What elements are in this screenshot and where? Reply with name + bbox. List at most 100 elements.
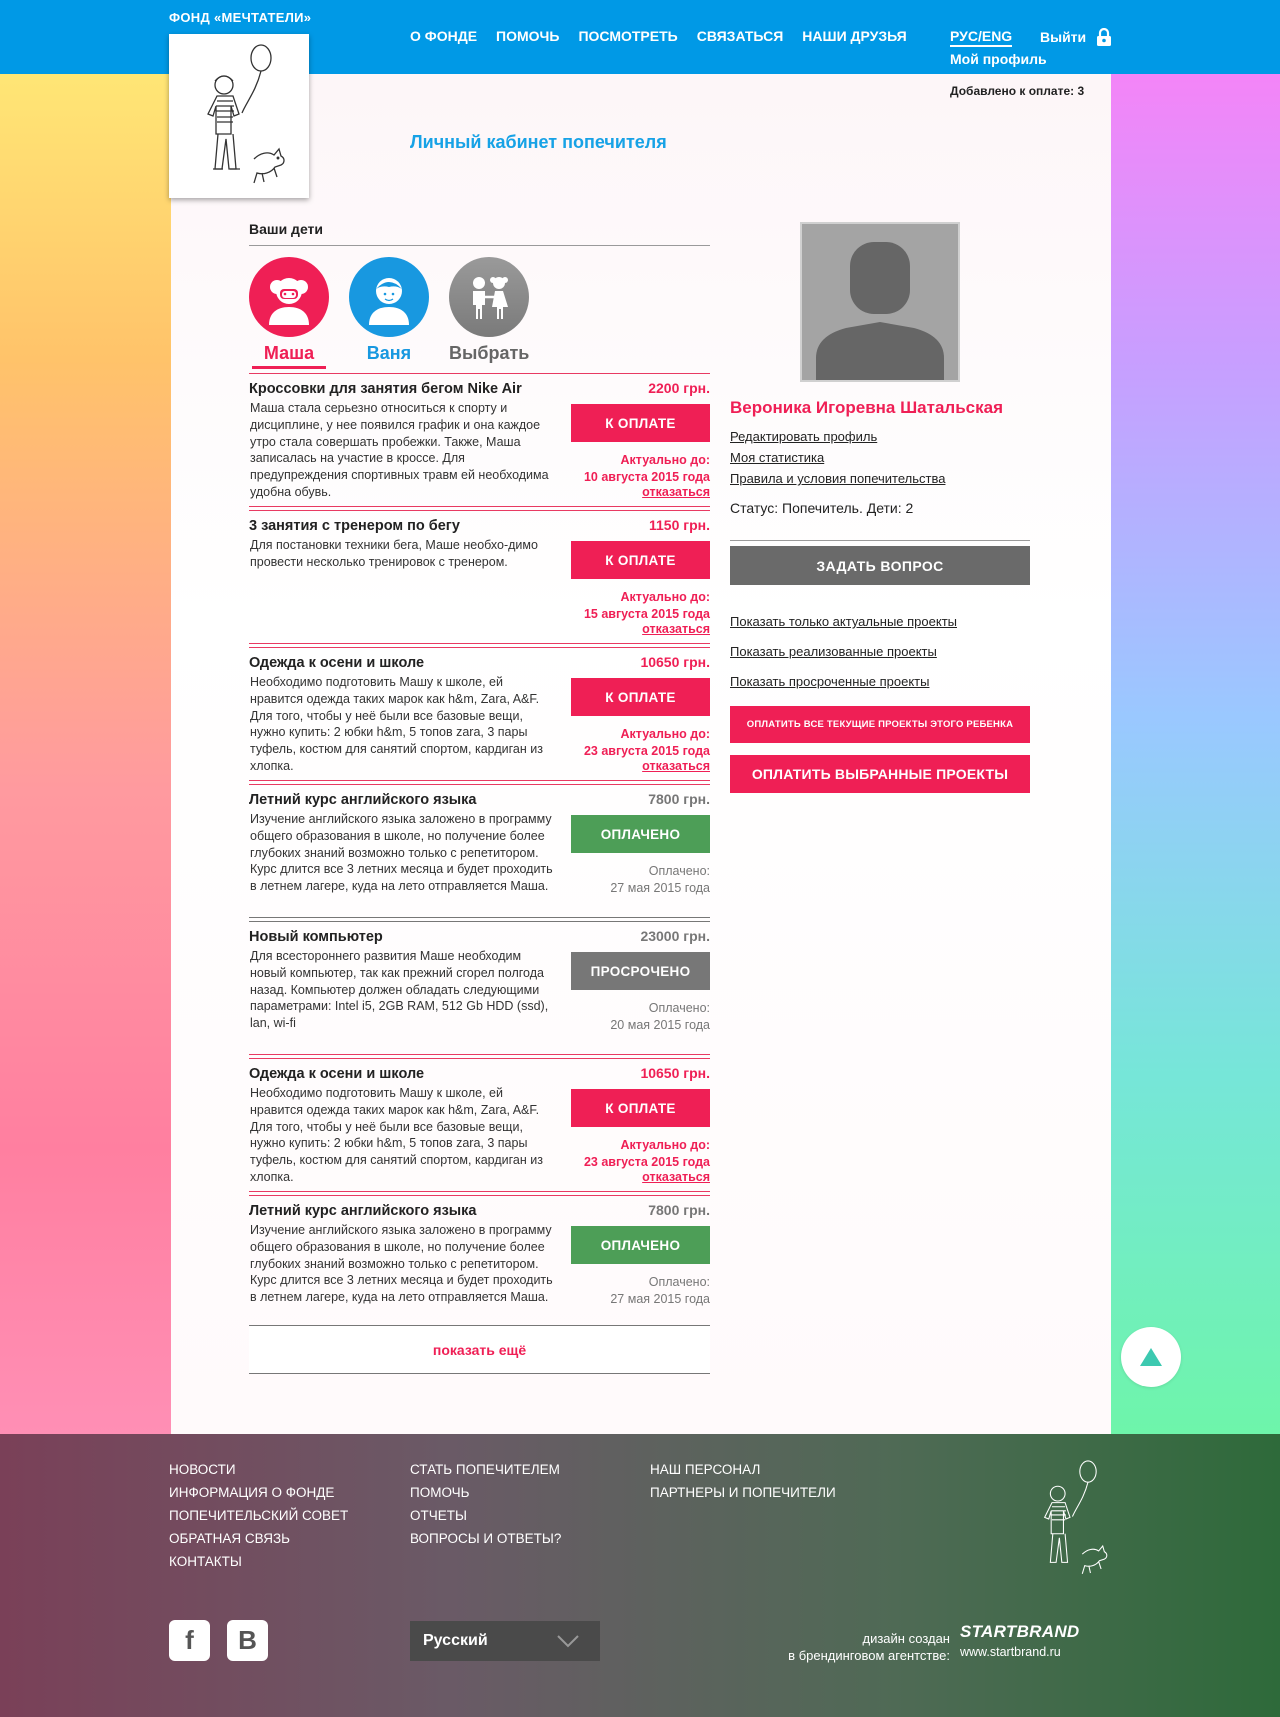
footer-link[interactable]: ВОПРОСЫ И ОТВЕТЫ? — [410, 1527, 561, 1550]
girl-avatar-icon — [249, 257, 329, 337]
footer-link[interactable]: ИНФОРМАЦИЯ О ФОНДЕ — [169, 1481, 348, 1504]
profile-links: Редактировать профиль Моя статистика Пра… — [730, 426, 945, 489]
logout-button[interactable]: Выйти — [1040, 28, 1112, 46]
overdue-status-button[interactable]: ПРОСРОЧЕНО — [571, 952, 710, 990]
footer-link[interactable]: ОБРАТНАЯ СВЯЗЬ — [169, 1527, 348, 1550]
footer-link[interactable]: КОНТАКТЫ — [169, 1550, 348, 1573]
page-title: Личный кабинет попечителя — [410, 132, 667, 152]
nav-watch[interactable]: ПОСМОТРЕТЬ — [578, 28, 677, 44]
user-status: Статус: Попечитель. Дети: 2 — [730, 500, 1030, 541]
project-item: Летний курс английского языка Изучение а… — [249, 780, 710, 921]
project-price: 1150 грн. — [649, 517, 710, 533]
user-avatar[interactable] — [800, 222, 960, 382]
project-title: 3 занятия с тренером по бегу — [249, 518, 460, 534]
filter-overdue-link[interactable]: Показать просроченные проекты — [730, 667, 957, 697]
pay-all-button[interactable]: ОПЛАТИТЬ ВСЕ ТЕКУЩИЕ ПРОЕКТЫ ЭТОГО РЕБЕН… — [730, 706, 1030, 743]
pay-button[interactable]: К ОПЛАТЕ — [571, 541, 710, 579]
agency-logo[interactable]: STARTBRAND www.startbrand.ru — [960, 1622, 1079, 1659]
project-paid-date: Оплачено: 27 мая 2015 года — [610, 864, 710, 895]
footer-col-2: СТАТЬ ПОПЕЧИТЕЛЕМ ПОМОЧЬ ОТЧЕТЫ ВОПРОСЫ … — [410, 1458, 561, 1550]
child-name-masha: Маша — [251, 343, 327, 369]
project-list: Кроссовки для занятия бегом Nike Air Маш… — [249, 373, 710, 1332]
pay-button[interactable]: К ОПЛАТЕ — [571, 678, 710, 716]
project-price: 10650 грн. — [640, 1065, 710, 1081]
refuse-link[interactable]: отказаться — [642, 485, 710, 499]
design-credit: дизайн создан в брендинговом агентстве: — [788, 1631, 950, 1663]
project-filters: Показать только актуальные проекты Показ… — [730, 607, 957, 697]
child-name-vanya: Ваня — [366, 343, 412, 363]
my-profile-link[interactable]: Мой профиль — [950, 51, 1047, 67]
brand-name[interactable]: ФОНД «МЕЧТАТЕЛИ» — [169, 10, 311, 25]
project-price: 23000 грн. — [640, 928, 710, 944]
logout-label: Выйти — [1040, 29, 1087, 45]
project-description: Необходимо подготовить Машу к школе, ей … — [250, 1086, 543, 1184]
refuse-link[interactable]: отказаться — [642, 759, 710, 773]
child-vanya[interactable]: Ваня — [349, 257, 429, 369]
my-stats-link[interactable]: Моя статистика — [730, 447, 945, 468]
footer-col-1: НОВОСТИ ИНФОРМАЦИЯ О ФОНДЕ ПОПЕЧИТЕЛЬСКИ… — [169, 1458, 348, 1573]
nav-about[interactable]: О ФОНДЕ — [410, 28, 477, 44]
chevron-down-icon — [557, 1635, 579, 1648]
pay-selected-button[interactable]: ОПЛАТИТЬ ВЫБРАННЫЕ ПРОЕКТЫ — [730, 755, 1030, 793]
language-select[interactable]: Русский — [410, 1621, 600, 1661]
added-to-payment-counter[interactable]: Добавлено к оплате: 3 — [950, 84, 1084, 98]
footer-link[interactable]: ПОПЕЧИТЕЛЬСКИЙ СОВЕТ — [169, 1504, 348, 1527]
project-title: Одежда к осени и школе — [249, 655, 425, 671]
project-price: 7800 грн. — [648, 1202, 710, 1218]
project-description: Для постановки техники бега, Маше необхо… — [250, 538, 538, 569]
logo[interactable] — [169, 34, 309, 198]
project-description: Маша стала серьезно относиться к спорту … — [250, 401, 549, 499]
project-item: Одежда к осени и школе Необходимо подгот… — [249, 643, 710, 784]
show-more-button[interactable]: показать ещё — [249, 1325, 710, 1374]
project-deadline: Актуально до: 23 августа 2015 года — [583, 727, 710, 758]
vk-icon[interactable]: B — [227, 1620, 268, 1661]
filter-done-link[interactable]: Показать реализованные проекты — [730, 637, 957, 667]
child-choose[interactable]: Выбрать — [449, 257, 529, 369]
project-item: Одежда к осени и школе Необходимо подгот… — [249, 1054, 710, 1195]
project-paid-date: Оплачено: 27 мая 2015 года — [610, 1275, 710, 1306]
background-left — [0, 0, 172, 1435]
footer-link[interactable]: ПАРТНЕРЫ И ПОПЕЧИТЕЛИ — [650, 1481, 836, 1504]
user-full-name: Вероника Игоревна Шатальская — [730, 398, 1004, 417]
footer-link[interactable]: НОВОСТИ — [169, 1458, 348, 1481]
nav-friends[interactable]: НАШИ ДРУЗЬЯ — [802, 28, 906, 44]
refuse-link[interactable]: отказаться — [642, 1170, 710, 1184]
facebook-icon[interactable]: f — [169, 1620, 210, 1661]
paid-status-button[interactable]: ОПЛАЧЕНО — [571, 815, 710, 853]
filter-actual-link[interactable]: Показать только актуальные проекты — [730, 607, 957, 637]
project-title: Одежда к осени и школе — [249, 1066, 425, 1082]
nav-help[interactable]: ПОМОЧЬ — [496, 28, 559, 44]
footer-link[interactable]: СТАТЬ ПОПЕЧИТЕЛЕМ — [410, 1458, 561, 1481]
project-price: 2200 грн. — [648, 380, 710, 396]
pay-button[interactable]: К ОПЛАТЕ — [571, 1089, 710, 1127]
project-price: 7800 грн. — [648, 791, 710, 807]
project-item: Новый компьютер Для всестороннего развит… — [249, 917, 710, 1058]
project-title: Новый компьютер — [249, 929, 383, 945]
project-deadline: Актуально до: 10 августа 2015 года — [583, 453, 710, 484]
footer-link[interactable]: ПОМОЧЬ — [410, 1481, 561, 1504]
project-title: Летний курс английского языка — [249, 792, 477, 808]
pay-button[interactable]: К ОПЛАТЕ — [571, 404, 710, 442]
project-item: Летний курс английского языка Изучение а… — [249, 1191, 710, 1332]
project-price: 10650 грн. — [640, 654, 710, 670]
rules-link[interactable]: Правила и условия попечительства — [730, 468, 945, 489]
edit-profile-link[interactable]: Редактировать профиль — [730, 426, 945, 447]
paid-status-button[interactable]: ОПЛАЧЕНО — [571, 1226, 710, 1264]
footer-link[interactable]: НАШ ПЕРСОНАЛ — [650, 1458, 836, 1481]
scroll-to-top-button[interactable] — [1121, 1327, 1181, 1387]
language-switch[interactable]: РУС/ENG — [950, 28, 1013, 47]
boy-avatar-icon — [349, 257, 429, 337]
nav-contact[interactable]: СВЯЗАТЬСЯ — [697, 28, 784, 44]
ask-question-button[interactable]: ЗАДАТЬ ВОПРОС — [730, 546, 1030, 585]
project-description: Изучение английского языка заложено в пр… — [250, 812, 553, 894]
project-item: 3 занятия с тренером по бегу Для постано… — [249, 506, 710, 647]
boy-with-balloon-logo-icon — [207, 44, 285, 184]
children-heading: Ваши дети — [249, 221, 710, 246]
child-masha[interactable]: Маша — [249, 257, 329, 369]
user-silhouette-icon — [816, 242, 944, 380]
footer-link[interactable]: ОТЧЕТЫ — [410, 1504, 561, 1527]
child-name-choose: Выбрать — [449, 343, 530, 363]
refuse-link[interactable]: отказаться — [642, 622, 710, 636]
children-selector: Маша Ваня Выбрать — [249, 257, 529, 369]
project-deadline: Актуально до: 23 августа 2015 года — [583, 1138, 710, 1169]
